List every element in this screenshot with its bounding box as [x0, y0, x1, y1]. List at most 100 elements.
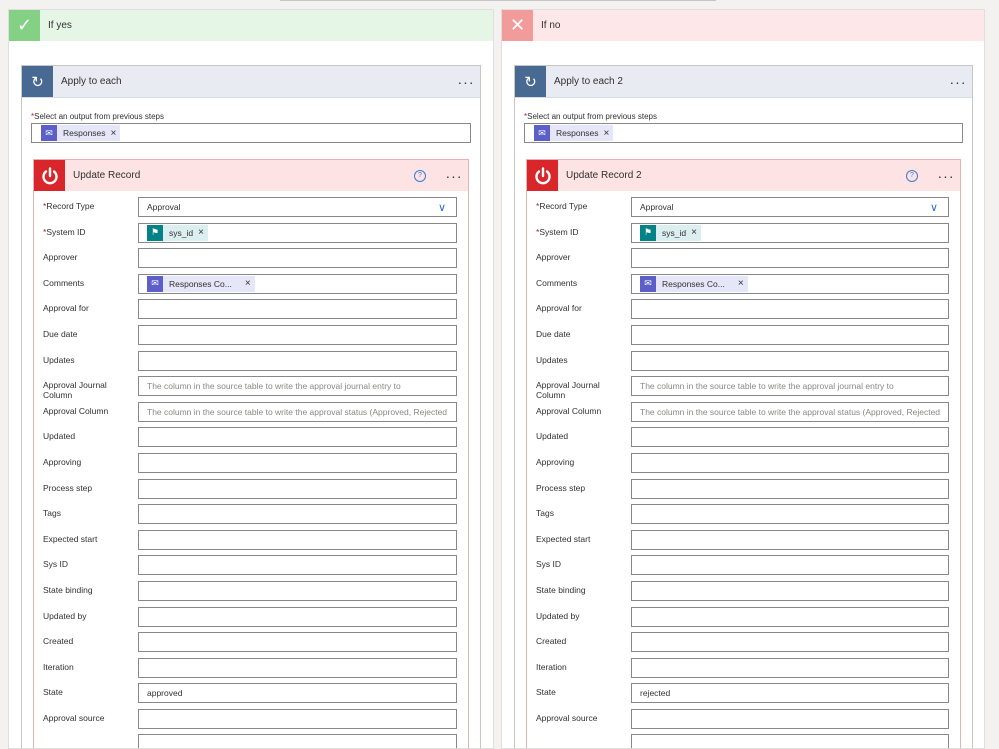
card-header[interactable]: Update Record 2? ··· [527, 160, 960, 191]
placeholder-text: The column in the source table to write … [640, 381, 894, 392]
field-input[interactable] [631, 427, 949, 448]
approval-token-icon: ✉ [640, 275, 656, 292]
field-input[interactable]: The column in the source table to write … [631, 376, 949, 397]
token-remove-icon[interactable]: × [604, 128, 610, 139]
branch-header-no[interactable]: ✕ If no [502, 10, 984, 41]
field-row [34, 734, 468, 748]
token-remove-icon[interactable]: × [198, 227, 204, 238]
field-row: Approval source [34, 708, 468, 735]
chevron-down-icon[interactable]: ∨ [438, 201, 446, 214]
field-input[interactable]: ⚑ sys_id × [631, 222, 949, 243]
field-input[interactable]: ✉ Responses Co... × [631, 273, 949, 294]
sys-id-token[interactable]: ⚑ sys_id × [640, 224, 701, 241]
field-input[interactable] [138, 580, 457, 601]
field-input[interactable]: rejected [631, 683, 949, 704]
field-input[interactable] [631, 657, 949, 678]
token-label: sys_id [169, 227, 194, 238]
field-row: Updated by [527, 606, 960, 633]
loop-header[interactable]: ↻ Apply to each ··· [22, 66, 480, 98]
field-row: Expected start [34, 529, 468, 556]
responses-token[interactable]: ✉ Responses × [41, 125, 121, 141]
card-header[interactable]: Update Record? ··· [34, 160, 468, 191]
field-input[interactable]: The column in the source table to write … [138, 376, 457, 397]
field-input[interactable] [138, 299, 457, 320]
field-input[interactable] [138, 734, 457, 748]
field-input[interactable]: The column in the source table to write … [631, 401, 949, 422]
field-input[interactable]: ⚑ sys_id × [138, 222, 457, 243]
field-input[interactable] [631, 606, 949, 627]
loop-header[interactable]: ↻ Apply to each 2 ··· [515, 66, 972, 98]
help-icon[interactable]: ? [906, 169, 918, 182]
help-icon[interactable]: ? [414, 169, 426, 182]
field-label: Created [43, 636, 133, 646]
comments-token[interactable]: ✉ Responses Co... × [640, 275, 748, 292]
more-options-icon[interactable]: ··· [452, 75, 480, 89]
responses-token[interactable]: ✉ Responses × [534, 125, 614, 141]
more-options-icon[interactable]: ··· [932, 169, 960, 183]
field-label: Updated [536, 431, 626, 441]
branch-header-yes[interactable]: ✓ If yes [9, 10, 493, 41]
field-label-text: System ID [46, 226, 86, 237]
field-input[interactable] [631, 452, 949, 473]
token-remove-icon[interactable]: × [738, 278, 744, 289]
field-value: approved [147, 688, 183, 699]
token-remove-icon[interactable]: × [691, 227, 697, 238]
record-type-dropdown[interactable]: Approval ∨ [631, 197, 949, 217]
sys-id-token[interactable]: ⚑ sys_id × [147, 224, 208, 241]
select-output-input[interactable]: ✉ Responses × [31, 123, 471, 143]
token-remove-icon[interactable]: × [111, 128, 117, 139]
more-options-icon[interactable]: ··· [440, 169, 468, 183]
field-input[interactable] [138, 248, 457, 269]
record-type-dropdown[interactable]: Approval ∨ [138, 197, 457, 217]
field-label-text: Sys ID [43, 559, 69, 570]
comments-token[interactable]: ✉ Responses Co... × [147, 275, 255, 292]
field-row: *Record Type Approval ∨ [527, 197, 960, 223]
select-output-label: *Select an output from previous steps [31, 112, 480, 121]
token-label: Responses [556, 128, 599, 138]
field-input[interactable] [138, 350, 457, 371]
field-input[interactable] [138, 504, 457, 525]
field-label: *Record Type [536, 201, 626, 211]
field-label-text: Approving [43, 456, 82, 467]
field-input[interactable] [138, 427, 457, 448]
field-input[interactable] [631, 248, 949, 269]
field-input[interactable]: The column in the source table to write … [138, 401, 457, 422]
field-input[interactable]: ✉ Responses Co... × [138, 273, 457, 294]
field-input[interactable] [138, 529, 457, 550]
field-input[interactable] [631, 350, 949, 371]
field-label: State binding [536, 585, 626, 595]
field-input[interactable] [138, 657, 457, 678]
field-input[interactable] [138, 606, 457, 627]
field-input[interactable] [138, 452, 457, 473]
field-input[interactable] [138, 632, 457, 653]
chevron-down-icon[interactable]: ∨ [930, 201, 938, 214]
field-label-text: Created [536, 636, 567, 647]
field-input[interactable] [631, 478, 949, 499]
field-input[interactable] [138, 478, 457, 499]
field-input[interactable] [631, 632, 949, 653]
field-input[interactable] [631, 580, 949, 601]
field-input[interactable] [631, 504, 949, 525]
field-row: Approver [34, 248, 468, 274]
field-input[interactable] [631, 529, 949, 550]
field-label: Approval Column [43, 406, 133, 416]
placeholder-text: The column in the source table to write … [147, 406, 448, 417]
field-row: *Record Type Approval ∨ [34, 197, 468, 223]
field-input[interactable] [631, 708, 949, 729]
field-input[interactable] [631, 299, 949, 320]
more-options-icon[interactable]: ··· [944, 75, 972, 89]
fields-list: *Record Type Approval ∨ *System ID ⚑ sys_id × A… [34, 191, 468, 748]
field-input[interactable]: approved [138, 683, 457, 704]
field-input[interactable] [631, 555, 949, 576]
field-input[interactable] [631, 324, 949, 345]
select-output-input[interactable]: ✉ Responses × [524, 123, 963, 143]
field-input[interactable] [138, 324, 457, 345]
field-input[interactable] [138, 555, 457, 576]
token-remove-icon[interactable]: × [245, 278, 251, 289]
field-input[interactable] [631, 734, 949, 748]
field-row: Process step [527, 478, 960, 505]
field-input[interactable] [138, 708, 457, 729]
top-divider [280, 0, 716, 1]
servicenow-token-icon: ⚑ [640, 224, 656, 241]
approval-token-icon: ✉ [41, 125, 57, 141]
